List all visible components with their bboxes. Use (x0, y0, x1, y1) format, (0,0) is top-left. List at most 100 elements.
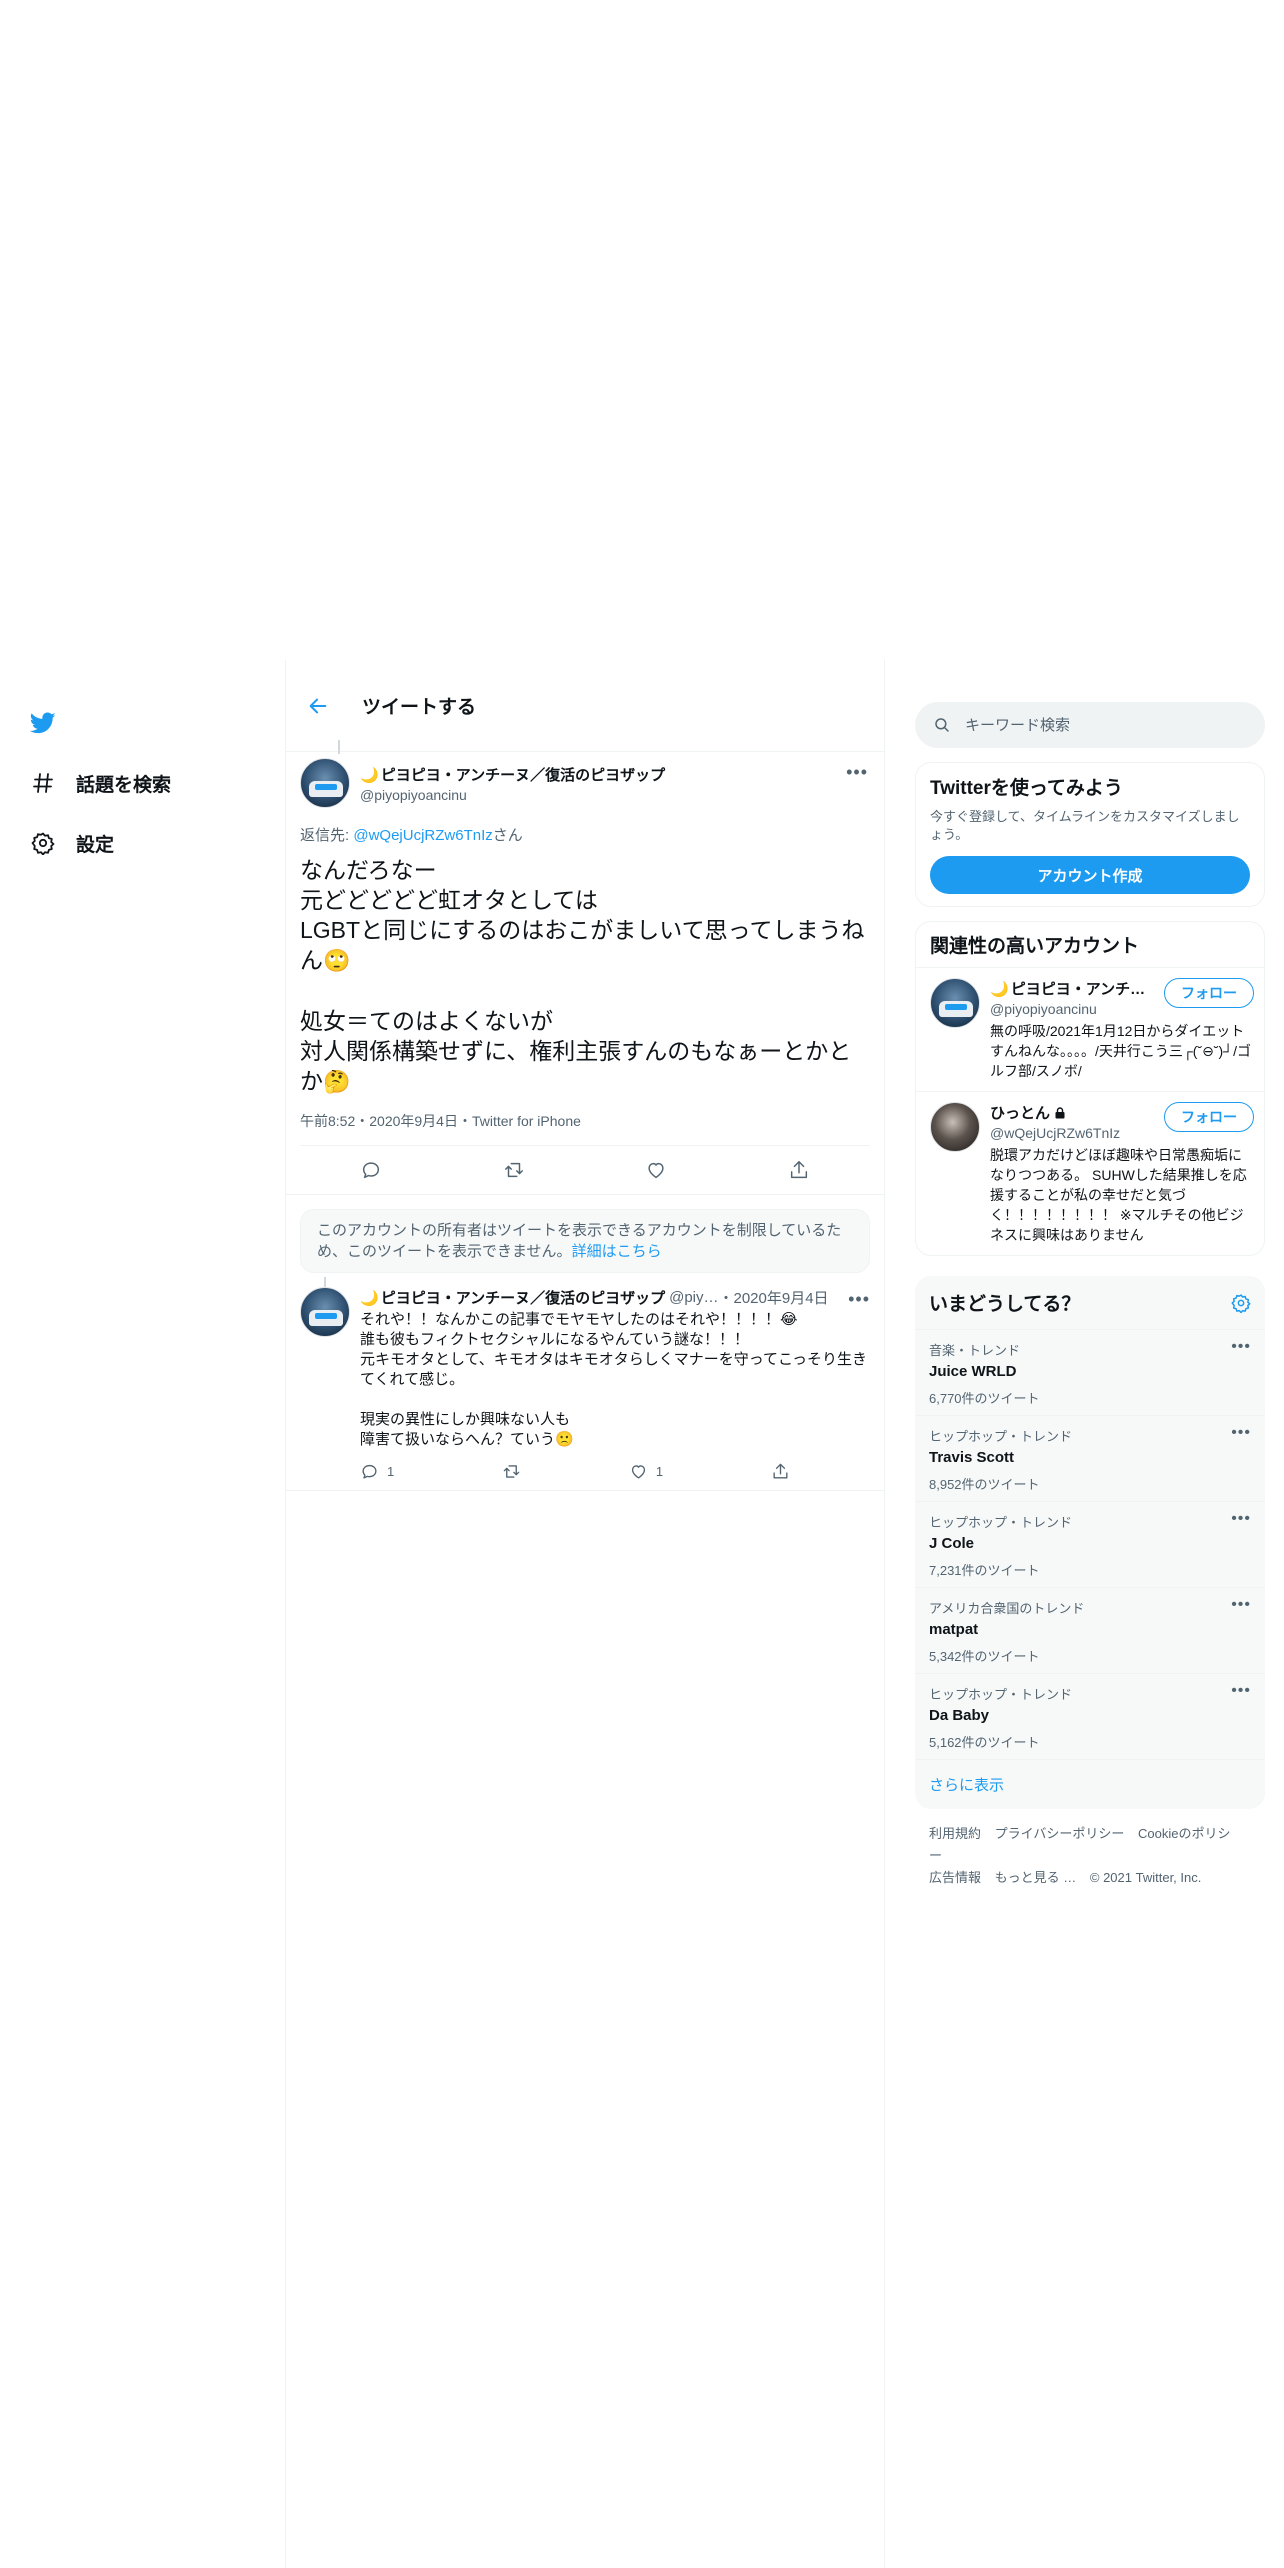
reply-target-link[interactable]: @wQejUcjRZw6TnIz (353, 827, 492, 844)
reply-author-handle[interactable]: @piy… (669, 1289, 718, 1306)
account-bio: 無の呼吸/2021年1月12日からダイエットすんねんな。。。。/天井行こう三┌(… (990, 1023, 1251, 1079)
more-options-icon[interactable]: ••• (1231, 1338, 1251, 1356)
share-button[interactable] (771, 1462, 790, 1481)
reply-icon (363, 1162, 380, 1179)
tweet-timestamp[interactable]: 午前8:52・2020年9月4日・Twitter for iPhone (300, 1111, 870, 1146)
reply-button[interactable] (360, 1159, 382, 1181)
share-icon (790, 1161, 807, 1179)
footer-link-privacy[interactable]: プライバシーポリシー (995, 1826, 1125, 1841)
account-handle[interactable]: @wQejUcjRZw6TnIz (990, 1125, 1120, 1141)
reply-to: 返信先: @wQejUcjRZw6TnIzさん (300, 824, 870, 845)
retweet-icon (504, 1162, 523, 1178)
twitter-logo-icon[interactable] (28, 710, 62, 738)
footer-link-terms[interactable]: 利用規約 (929, 1826, 981, 1841)
share-button[interactable] (788, 1159, 810, 1181)
more-options-icon[interactable]: ••• (846, 762, 868, 783)
trend-category: ヒップホップ・トレンド (929, 1687, 1073, 1702)
nav-settings[interactable]: 設定 (28, 823, 114, 863)
more-options-icon[interactable]: ••• (1231, 1510, 1251, 1528)
account-name[interactable]: ひっとん (990, 1102, 1120, 1123)
retweet-icon (503, 1464, 520, 1478)
footer-link-more[interactable]: もっと見る … (995, 1870, 1077, 1885)
reply-button[interactable]: 1 (360, 1462, 394, 1481)
search-input[interactable] (965, 716, 1225, 734)
reply-text-part-2: 誰も彼もフィクトセクシャルになるやんていう謎な！！！ 元キモオタとして、キモオタ… (360, 1331, 868, 1448)
main-column: ツイートする 🌙 ピヨピヨ・アンチーヌ／復活のピヨザップ @piyopiyoan… (285, 660, 885, 2568)
reply-author-name[interactable]: ピヨピヨ・アンチーヌ／復活のピヨザップ (381, 1287, 665, 1308)
like-button[interactable]: 1 (629, 1462, 663, 1481)
retweet-button[interactable] (502, 1462, 521, 1481)
trend-category: ヒップホップ・トレンド (929, 1429, 1073, 1444)
moon-icon: 🌙 (360, 766, 379, 784)
search-icon (935, 718, 949, 732)
focused-tweet: 🌙 ピヨピヨ・アンチーヌ／復活のピヨザップ @piyopiyoancinu ••… (286, 740, 884, 1195)
thinking-emoji: 🤔 (323, 1069, 351, 1094)
tweet-text-part-1: なんだろなー 元どどどどど虹オタとしては LGBTと同じにするのはおこがましいて… (300, 857, 865, 973)
tweet-text: なんだろなー 元どどどどど虹オタとしては LGBTと同じにするのはおこがましいて… (300, 855, 870, 1097)
moon-icon: 🌙 (360, 1289, 379, 1307)
trend-count: 8,952件のツイート (929, 1477, 1040, 1492)
related-accounts-title: 関連性の高いアカウント (916, 922, 1264, 968)
account-name[interactable]: 🌙 ピヨピヨ・アンチ… (990, 978, 1145, 999)
author-handle[interactable]: @piyopiyoancinu (360, 787, 665, 803)
reply-icon (362, 1464, 377, 1479)
moon-icon: 🌙 (990, 981, 1009, 998)
footer: 利用規約 プライバシーポリシー Cookieのポリシー 広告情報 もっと見る …… (915, 1809, 1265, 1903)
account-handle[interactable]: @piyopiyoancinu (990, 1001, 1145, 1017)
hashtag-icon (28, 768, 58, 798)
notice-learn-more-link[interactable]: 詳細はこちら (572, 1243, 662, 1260)
follow-button[interactable]: フォロー (1164, 978, 1254, 1008)
lock-icon (1055, 1107, 1065, 1119)
account-item[interactable]: ひっとん @wQejUcjRZw6TnIz フォロー 脱環アカだけどほぼ趣味や日… (916, 1092, 1264, 1255)
more-options-icon[interactable]: ••• (1231, 1424, 1251, 1442)
create-account-button[interactable]: アカウント作成 (930, 856, 1250, 894)
trend-name: Travis Scott (929, 1449, 1015, 1466)
share-icon (773, 1463, 788, 1479)
follow-button[interactable]: フォロー (1164, 1102, 1254, 1132)
account-bio: 脱環アカだけどほぼ趣味や日常愚痴垢になりつつある。 SUHWした結果推しを応援す… (990, 1147, 1247, 1243)
avatar-car-window (315, 1313, 337, 1319)
page-title: ツイートする (362, 697, 477, 718)
trend-count: 7,231件のツイート (929, 1563, 1040, 1578)
like-count: 1 (655, 1463, 664, 1479)
show-more-link[interactable]: さらに表示 (915, 1760, 1265, 1809)
reply-tweet[interactable]: 🌙 ピヨピヨ・アンチーヌ／復活のピヨザップ @piy… ・2020年9月4日 •… (286, 1277, 884, 1491)
more-options-icon[interactable]: ••• (848, 1289, 870, 1310)
trend-item[interactable]: ヒップホップ・トレンド J Cole 7,231件のツイート ••• (915, 1502, 1265, 1588)
nav-explore-label: 話題を検索 (76, 774, 172, 796)
nav-explore[interactable]: 話題を検索 (28, 763, 171, 803)
heart-icon (631, 1464, 646, 1479)
gear-icon[interactable] (1231, 1293, 1251, 1313)
trend-item[interactable]: 音楽・トレンド Juice WRLD 6,770件のツイート ••• (915, 1330, 1265, 1416)
trend-category: 音楽・トレンド (929, 1343, 1021, 1358)
reply-date[interactable]: ・2020年9月4日 (719, 1287, 829, 1308)
account-item[interactable]: 🌙 ピヨピヨ・アンチ… @piyopiyoancinu フォロー 無の呼吸/202… (916, 968, 1264, 1092)
account-name-text: ひっとん (990, 1105, 1051, 1122)
eye-roll-emoji: 🙄 (323, 948, 351, 973)
avatar[interactable] (930, 978, 980, 1028)
avatar[interactable] (300, 1287, 350, 1337)
trends-header: いまどうしてる？ (915, 1276, 1265, 1330)
trend-name: Da Baby (929, 1707, 990, 1724)
trend-item[interactable]: ヒップホップ・トレンド Travis Scott 8,952件のツイート ••• (915, 1416, 1265, 1502)
avatar-car-window (315, 784, 337, 790)
more-options-icon[interactable]: ••• (1231, 1596, 1251, 1614)
trend-item[interactable]: ヒップホップ・トレンド Da Baby 5,162件のツイート ••• (915, 1674, 1265, 1760)
trend-category: アメリカ合衆国のトレンド (929, 1601, 1085, 1616)
search-box[interactable] (915, 702, 1265, 748)
avatar[interactable] (930, 1102, 980, 1152)
back-arrow-icon[interactable] (304, 692, 332, 720)
avatar[interactable] (300, 758, 350, 808)
reply-count: 1 (387, 1463, 395, 1479)
tweet-action-bar (300, 1146, 870, 1194)
retweet-button[interactable] (503, 1159, 525, 1181)
trend-item[interactable]: アメリカ合衆国のトレンド matpat 5,342件のツイート ••• (915, 1588, 1265, 1674)
footer-link-ads[interactable]: 広告情報 (929, 1870, 981, 1885)
trend-name: matpat (929, 1621, 979, 1638)
tweet-text-part-2: 処女＝てのはよくないが 対人関係構築せずに、権利主張すんのもなぁーとかとか (300, 1008, 852, 1094)
signup-title: Twitterを使ってみよう (930, 778, 1123, 799)
like-button[interactable] (645, 1159, 667, 1181)
trends-card: いまどうしてる？ 音楽・トレンド Juice WRLD 6,770件のツイート … (915, 1276, 1265, 1809)
more-options-icon[interactable]: ••• (1231, 1682, 1251, 1700)
author-name[interactable]: 🌙 ピヨピヨ・アンチーヌ／復活のピヨザップ (360, 764, 665, 785)
